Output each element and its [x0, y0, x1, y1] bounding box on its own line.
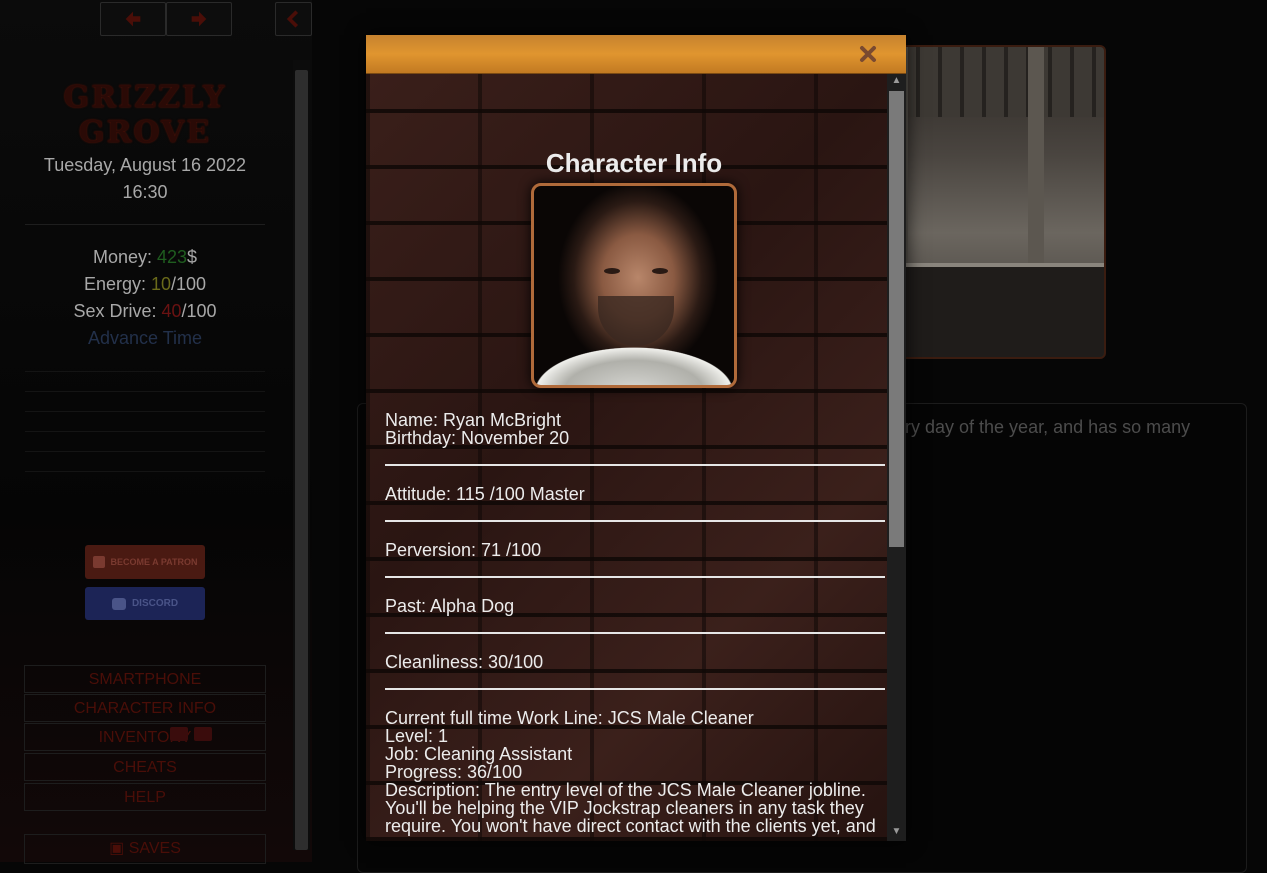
- scroll-up-arrow-icon[interactable]: ▲: [887, 74, 906, 88]
- cleanliness-stat: Cleanliness: 30/100: [385, 652, 544, 672]
- current-date: Tuesday, August 16 2022: [43, 155, 247, 175]
- divider: [385, 520, 885, 522]
- sex-drive-label: Sex Drive:: [73, 301, 162, 321]
- discord-button[interactable]: DISCORD: [85, 587, 205, 620]
- work-description: require. You won't have direct contact w…: [385, 816, 876, 836]
- sidebar: GRIZZLY GROVE Tuesday, August 16 2022 16…: [0, 0, 312, 864]
- work-progress: Progress: 36/100: [385, 762, 523, 782]
- back-button[interactable]: [100, 2, 166, 36]
- energy-label: Energy:: [83, 274, 151, 294]
- menu-cheats[interactable]: CHEATS: [24, 753, 266, 781]
- saves-label: SAVES: [128, 840, 181, 857]
- forward-button[interactable]: [166, 2, 232, 36]
- character-name: Name: Ryan McBright: [385, 410, 562, 430]
- discord-button-label: DISCORD: [131, 598, 179, 609]
- chevron-left-icon: [286, 10, 298, 28]
- energy-max: /100: [171, 274, 207, 294]
- divider: [385, 576, 885, 578]
- patreon-icon: [92, 556, 105, 568]
- arrow-right-icon: [191, 11, 207, 27]
- energy-stat: Energy: 10/100: [0, 274, 290, 295]
- character-portrait: [531, 183, 737, 388]
- money-value: 423: [156, 247, 188, 267]
- portrait-eye: [604, 268, 620, 274]
- badge: [194, 727, 212, 741]
- sidebar-slot: [25, 391, 265, 412]
- divider: [385, 464, 885, 466]
- sex-drive-stat: Sex Drive: 40/100: [0, 301, 290, 322]
- dialog-header: [366, 35, 906, 74]
- inventory-badges: [170, 727, 212, 741]
- work-info: Current full time Work Line: JCS Male Cl…: [385, 709, 885, 835]
- energy-value: 10: [150, 274, 172, 294]
- game-logo: GRIZZLY GROVE: [63, 80, 227, 150]
- menu-inventory[interactable]: INVENTORY: [24, 723, 266, 751]
- money-stat: Money: 423$: [0, 247, 290, 268]
- work-job: Job: Cleaning Assistant: [385, 744, 573, 764]
- divider: [385, 632, 885, 634]
- past-stat: Past: Alpha Dog: [385, 596, 515, 616]
- arrow-left-icon: [125, 11, 141, 27]
- advance-time-link[interactable]: Advance Time: [0, 328, 290, 349]
- work-line: Current full time Work Line: JCS Male Cl…: [385, 708, 754, 728]
- badge: [170, 727, 188, 741]
- sidebar-slot: [25, 451, 265, 472]
- portrait-shirt: [534, 315, 734, 385]
- current-time: 16:30: [122, 182, 168, 202]
- collapse-sidebar-button[interactable]: [275, 2, 312, 36]
- sex-drive-max: /100: [181, 301, 217, 321]
- patron-button-label: BECOME A PATRON: [110, 557, 198, 567]
- discord-icon: [111, 597, 126, 610]
- work-description: Description: The entry level of the JCS …: [385, 780, 866, 800]
- become-patron-button[interactable]: BECOME A PATRON: [85, 545, 205, 579]
- sidebar-slot: [25, 431, 265, 452]
- menu-smartphone[interactable]: SMARTPHONE: [24, 665, 266, 693]
- menu-character-info[interactable]: CHARACTER INFO: [24, 694, 266, 722]
- money-label: Money:: [92, 247, 157, 267]
- sex-drive-value: 40: [161, 301, 182, 321]
- divider: [25, 224, 265, 225]
- money-unit: $: [187, 247, 198, 267]
- work-level: Level: 1: [385, 726, 449, 746]
- divider: [385, 688, 885, 690]
- sidebar-scroll-thumb[interactable]: [295, 70, 308, 850]
- close-icon[interactable]: [858, 44, 878, 64]
- save-icon: ▣: [109, 840, 129, 857]
- character-birthday: Birthday: November 20: [385, 428, 570, 448]
- menu-help[interactable]: HELP: [24, 783, 266, 811]
- scroll-down-arrow-icon[interactable]: ▼: [887, 825, 906, 839]
- work-description: You'll be helping the VIP Jockstrap clea…: [385, 798, 864, 818]
- sidebar-slot: [25, 471, 265, 492]
- sidebar-slot: [25, 371, 265, 392]
- dialog-title: Character Info: [545, 148, 723, 178]
- character-info-dialog: ▲ ▼ Character Info Name: Ryan McBright B…: [366, 35, 906, 841]
- attitude-stat: Attitude: 115 /100 Master: [385, 484, 585, 504]
- portrait-eye: [652, 268, 668, 274]
- story-text: ry day of the year, and has so many: [905, 417, 1191, 437]
- character-identity: Name: Ryan McBright Birthday: November 2…: [385, 411, 885, 447]
- menu-saves[interactable]: ▣ SAVES: [24, 834, 266, 864]
- sidebar-slot: [25, 411, 265, 432]
- perversion-stat: Perversion: 71 /100: [385, 540, 542, 560]
